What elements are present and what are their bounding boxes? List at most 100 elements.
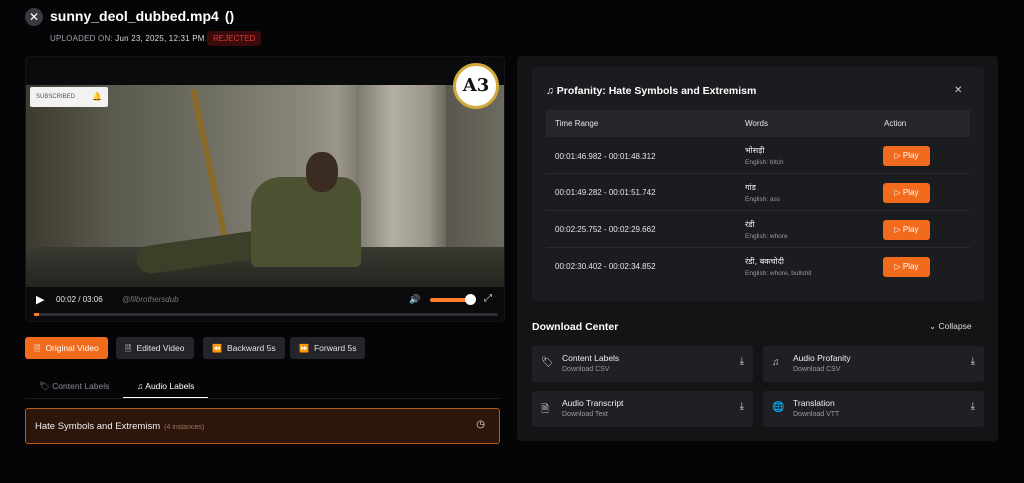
backward-5s-button[interactable]: ⏪ Backward 5s <box>203 337 285 359</box>
uploaded-label: UPLOADED ON: <box>50 34 113 43</box>
play-button[interactable]: ▷ Play <box>883 220 930 240</box>
row-english: English: bitch <box>745 159 784 166</box>
tag-icon: 🏷 <box>39 381 50 391</box>
fast-forward-icon: ⏩ <box>299 344 309 353</box>
document-icon: 🗎 <box>541 404 550 415</box>
download-item-name: Translation <box>793 398 835 408</box>
play-button[interactable]: ▷ Play <box>883 257 930 277</box>
download-audio-profanity[interactable]: ♫ Audio Profanity Download CSV ⤓ <box>763 346 984 382</box>
globe-icon: 🌐 <box>772 402 785 413</box>
collapse-label: Collapse <box>938 321 972 331</box>
file-icon: 🗎 <box>34 344 41 353</box>
row-word: गांड <box>745 183 756 192</box>
download-item-sub: Download Text <box>562 411 608 418</box>
tab-divider <box>25 398 500 399</box>
row-english: English: whore, bullshit <box>745 270 812 277</box>
video-progress-fill <box>34 313 39 316</box>
video-figure-head <box>306 152 338 192</box>
play-label: Play <box>902 188 919 197</box>
row-english: English: whore <box>745 233 788 240</box>
close-icon[interactable]: ✕ <box>954 85 962 96</box>
row-time: 00:01:49.282 - 00:01:51.742 <box>555 188 656 197</box>
row-time: 00:01:46.982 - 00:01:48.312 <box>555 152 656 161</box>
chevron-down-icon: ⌄ <box>929 321 937 331</box>
music-icon: ♫ <box>772 357 780 368</box>
file-name: sunny_deol_dubbed.mp4 <box>50 8 219 24</box>
clock-icon[interactable]: ◷ <box>476 419 485 430</box>
rewind-icon: ⏪ <box>212 344 222 353</box>
play-icon: ▷ <box>894 262 901 271</box>
profanity-title-text: Profanity: Hate Symbols and Extremism <box>556 85 757 97</box>
column-header-action: Action <box>884 119 907 128</box>
forward-5s-button[interactable]: ⏩ Forward 5s <box>290 337 366 359</box>
video-figure-body <box>251 177 361 267</box>
volume-knob[interactable] <box>465 294 476 305</box>
label-item[interactable]: Hate Symbols and Extremism (4 instances) … <box>25 408 500 444</box>
play-icon: ▷ <box>894 188 901 197</box>
close-button[interactable]: ✕ <box>25 8 43 26</box>
original-video-label: Original Video <box>45 343 99 353</box>
tab-content-labels[interactable]: 🏷 Content Labels <box>25 376 123 398</box>
row-time: 00:02:30.402 - 00:02:34.852 <box>555 262 656 271</box>
video-watermark: @filbrothersdub <box>122 295 179 304</box>
row-word: रंडी, बकचोदी <box>745 257 784 266</box>
subscribe-text: SUBSCRIBED <box>36 94 76 100</box>
download-item-sub: Download VTT <box>793 411 840 418</box>
tab-content-labels-text: Content Labels <box>52 381 110 391</box>
file-icon: 🗎 <box>125 344 132 353</box>
fullscreen-icon[interactable]: ⤢ <box>484 293 492 304</box>
edited-video-label: Edited Video <box>136 343 185 353</box>
label-item-count: (4 instances) <box>164 424 205 431</box>
video-controls: ▶ 00:02 / 03:06 @filbrothersdub 🔊 ⤢ <box>26 289 504 321</box>
volume-icon[interactable]: 🔊 <box>409 294 420 305</box>
collapse-button[interactable]: ⌄ Collapse <box>929 321 972 332</box>
download-item-sub: Download CSV <box>562 366 610 373</box>
row-word: रंडी <box>745 220 755 229</box>
play-button[interactable]: ▷ Play <box>883 146 930 166</box>
profanity-title: ♫ Profanity: Hate Symbols and Extremism <box>546 85 756 97</box>
subscribe-overlay: SUBSCRIBED 🔔 <box>30 87 108 107</box>
download-item-sub: Download CSV <box>793 366 841 373</box>
download-icon[interactable]: ⤓ <box>740 356 744 367</box>
label-item-name: Hate Symbols and Extremism <box>35 421 161 432</box>
video-progress-bar[interactable] <box>34 313 498 316</box>
play-icon: ▷ <box>894 151 901 160</box>
play-icon[interactable]: ▶ <box>36 293 50 307</box>
play-icon: ▷ <box>894 225 901 234</box>
download-translation[interactable]: 🌐 Translation Download VTT ⤓ <box>763 391 984 427</box>
play-label: Play <box>902 262 919 271</box>
column-header-words: Words <box>745 119 768 128</box>
download-item-name: Content Labels <box>562 353 620 363</box>
volume-slider[interactable] <box>430 298 470 302</box>
status-badge: REJECTED <box>207 31 262 46</box>
video-time: 00:02 / 03:06 <box>56 295 103 304</box>
download-icon[interactable]: ⤓ <box>971 356 975 367</box>
channel-logo: A3 <box>453 63 499 109</box>
edited-video-button[interactable]: 🗎 Edited Video <box>116 337 194 359</box>
row-word: भोसड़ी <box>745 146 765 155</box>
download-item-name: Audio Transcript <box>562 398 624 408</box>
music-icon: ♫ <box>137 381 144 391</box>
original-video-button[interactable]: 🗎 Original Video <box>25 337 108 359</box>
play-label: Play <box>902 225 919 234</box>
tab-audio-labels-text: Audio Labels <box>145 381 195 391</box>
row-english: English: ass <box>745 196 781 203</box>
forward-label: Forward 5s <box>313 343 357 353</box>
music-icon: ♫ <box>546 85 554 97</box>
tag-icon: 🏷 <box>541 357 554 368</box>
tab-audio-labels[interactable]: ♫ Audio Labels <box>123 376 209 398</box>
download-icon[interactable]: ⤓ <box>971 401 975 412</box>
row-time: 00:02:25.752 - 00:02:29.662 <box>555 225 656 234</box>
column-header-time: Time Range <box>555 119 599 128</box>
download-item-name: Audio Profanity <box>793 353 851 363</box>
play-button[interactable]: ▷ Play <box>883 183 930 203</box>
download-content-labels[interactable]: 🏷 Content Labels Download CSV ⤓ <box>532 346 753 382</box>
download-icon[interactable]: ⤓ <box>740 401 744 412</box>
play-label: Play <box>902 151 919 160</box>
download-center-title: Download Center <box>532 321 619 333</box>
backward-label: Backward 5s <box>226 343 276 353</box>
video-player[interactable]: SUBSCRIBED 🔔 A3 ▶ 00:02 / 03:06 @filbrot… <box>25 56 505 322</box>
page-title: sunny_deol_dubbed.mp4 () <box>50 8 234 24</box>
label-item-text: Hate Symbols and Extremism (4 instances) <box>35 421 204 432</box>
download-audio-transcript[interactable]: 🗎 Audio Transcript Download Text ⤓ <box>532 391 753 427</box>
